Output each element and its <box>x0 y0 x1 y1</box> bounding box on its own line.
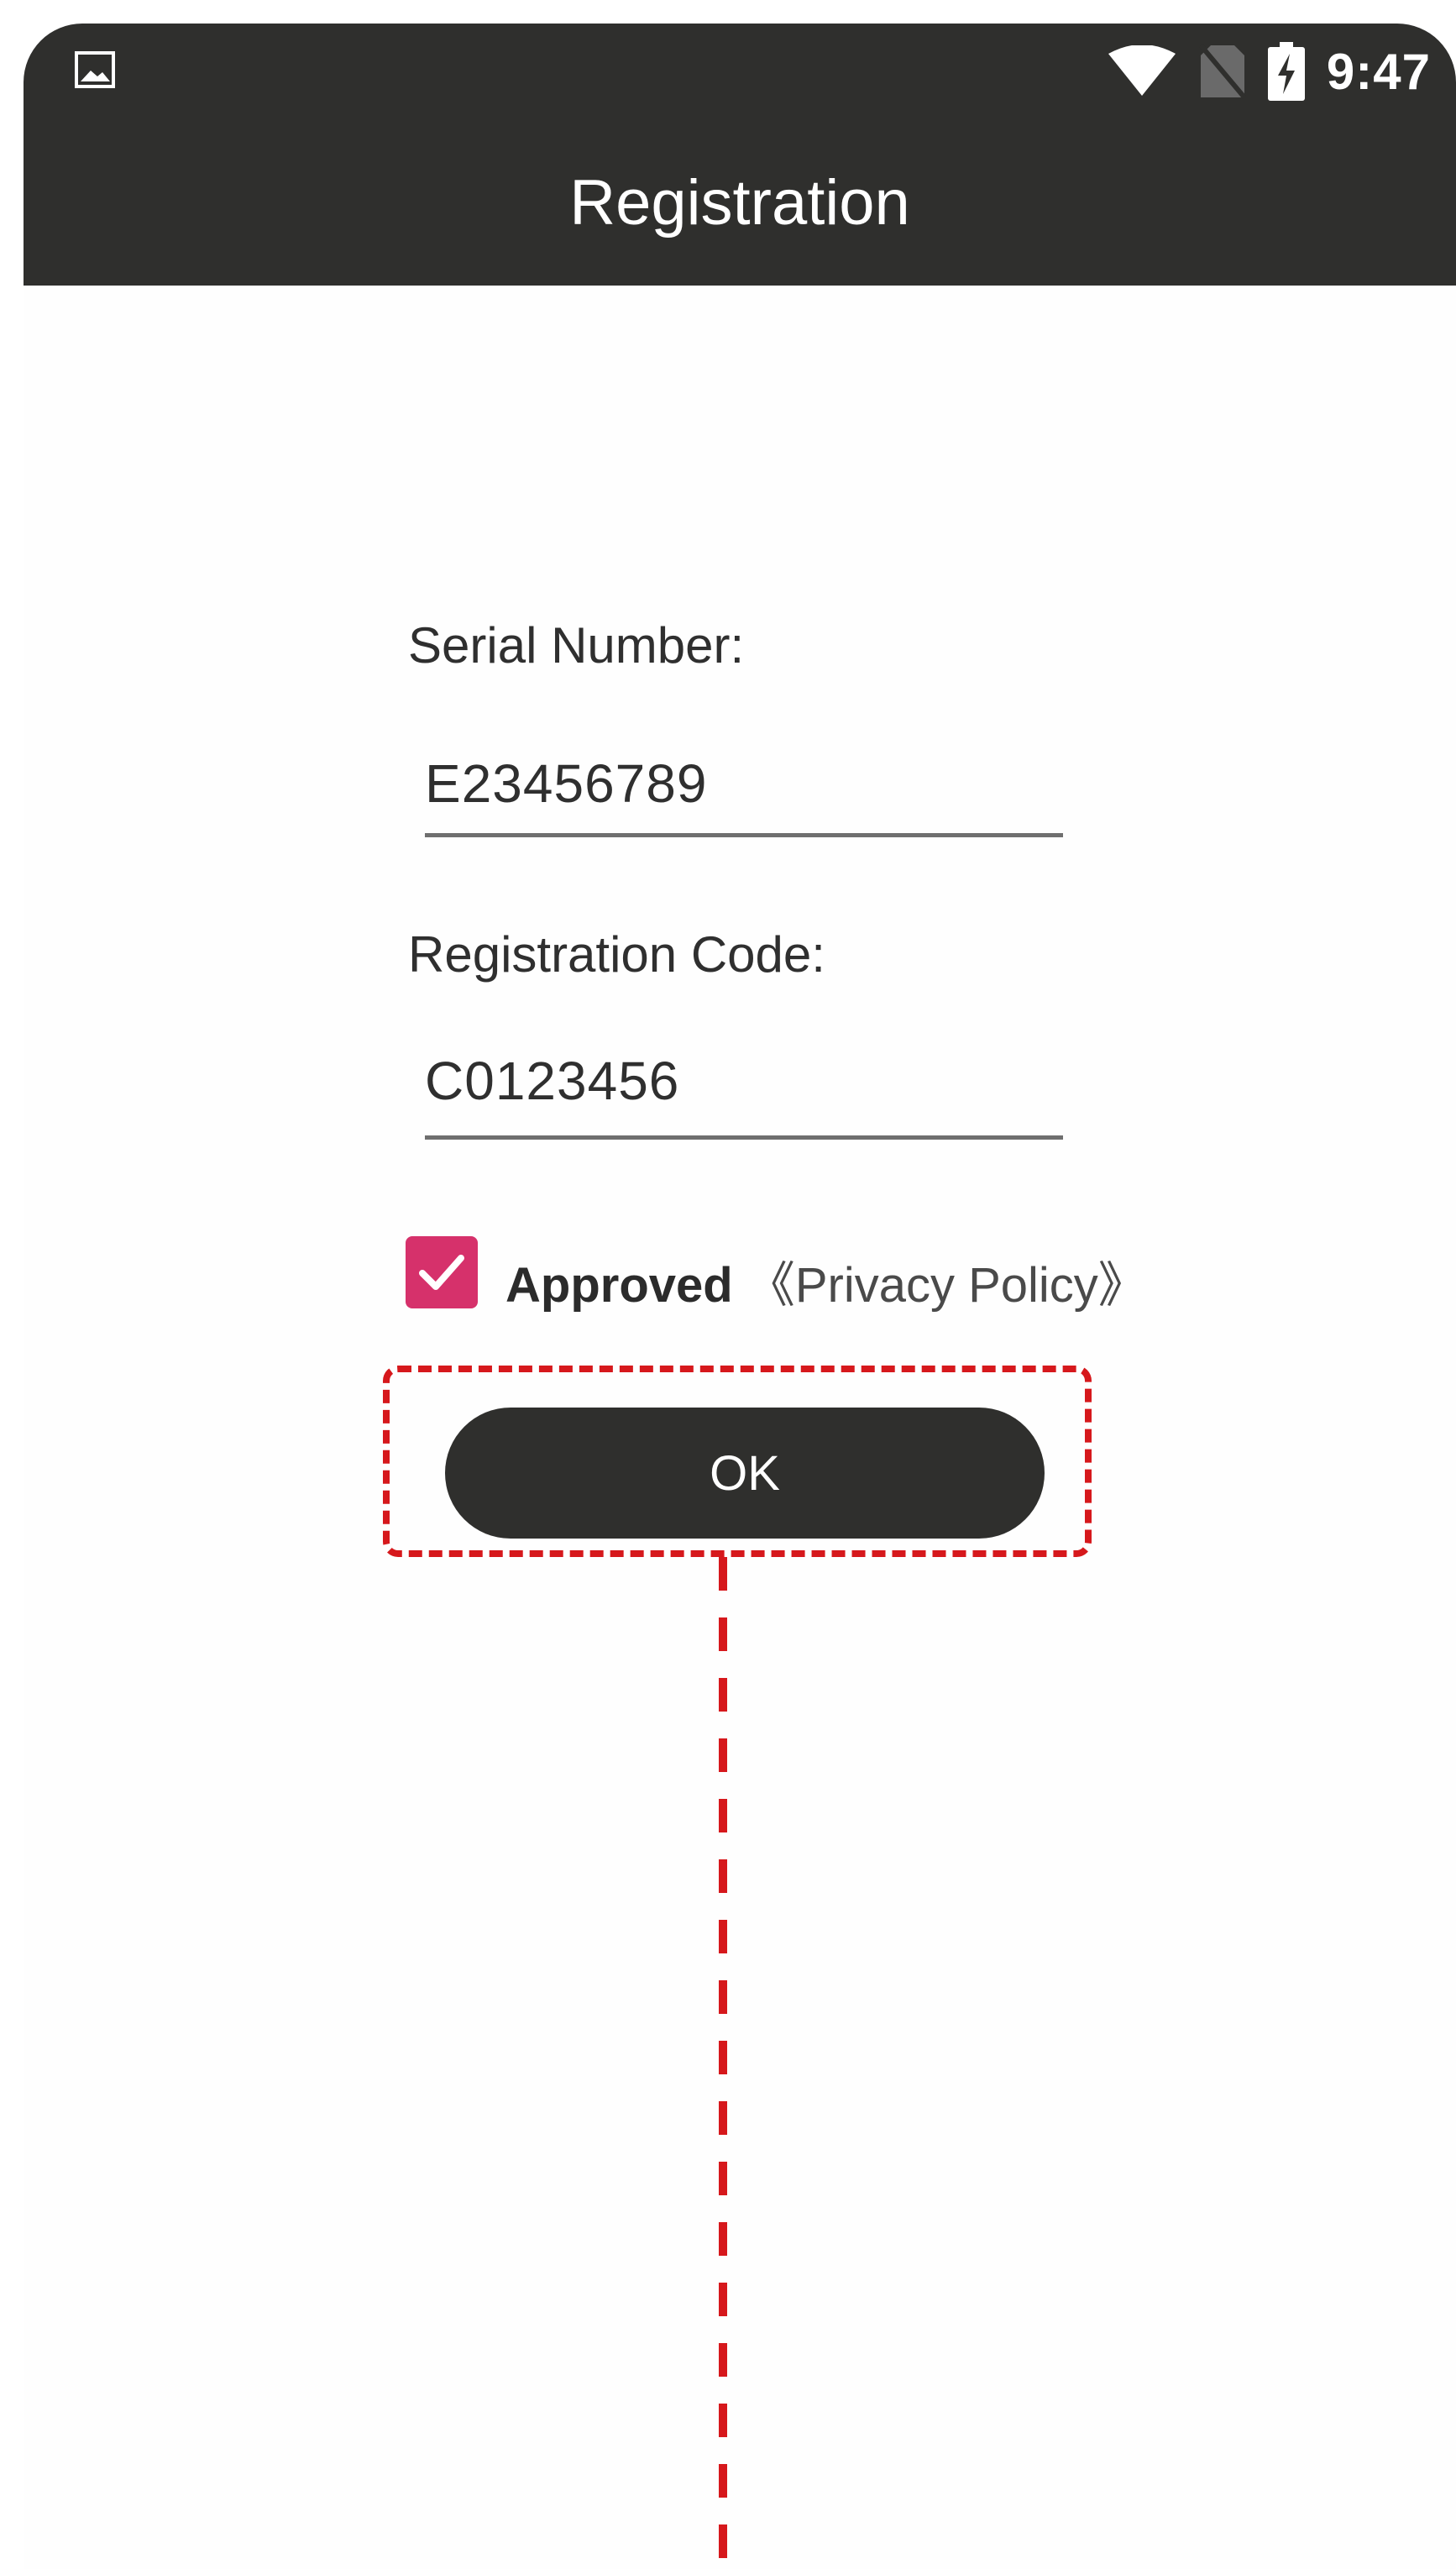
privacy-agree-checkbox[interactable] <box>406 1236 478 1308</box>
serial-number-input[interactable]: E23456789 <box>425 752 1063 815</box>
serial-number-underline <box>425 833 1063 837</box>
registration-code-input[interactable]: C0123456 <box>425 1050 1063 1112</box>
phone-screen: 9:47 Registration Serial Number: E234567… <box>24 24 1456 2569</box>
no-sim-icon <box>1198 44 1246 99</box>
registration-code-label: Registration Code: <box>408 926 825 983</box>
status-bar-right: 9:47 <box>1107 42 1431 101</box>
serial-number-label: Serial Number: <box>408 617 745 674</box>
ok-button[interactable]: OK <box>445 1408 1045 1539</box>
callout-connector-line <box>719 1557 727 2569</box>
registration-code-underline <box>425 1135 1063 1140</box>
app-bar: 9:47 Registration <box>24 24 1456 286</box>
battery-charging-icon <box>1267 42 1305 101</box>
wifi-icon <box>1108 45 1176 96</box>
privacy-policy-link[interactable]: 《Privacy Policy》 <box>746 1258 1147 1313</box>
checkmark-icon <box>419 1255 464 1290</box>
image-icon <box>75 51 115 88</box>
privacy-agree-label: Approved 《Privacy Policy》 <box>505 1245 1147 1316</box>
approved-text: Approved <box>505 1258 733 1313</box>
status-time: 9:47 <box>1326 43 1431 100</box>
page-title: Registration <box>569 167 910 239</box>
